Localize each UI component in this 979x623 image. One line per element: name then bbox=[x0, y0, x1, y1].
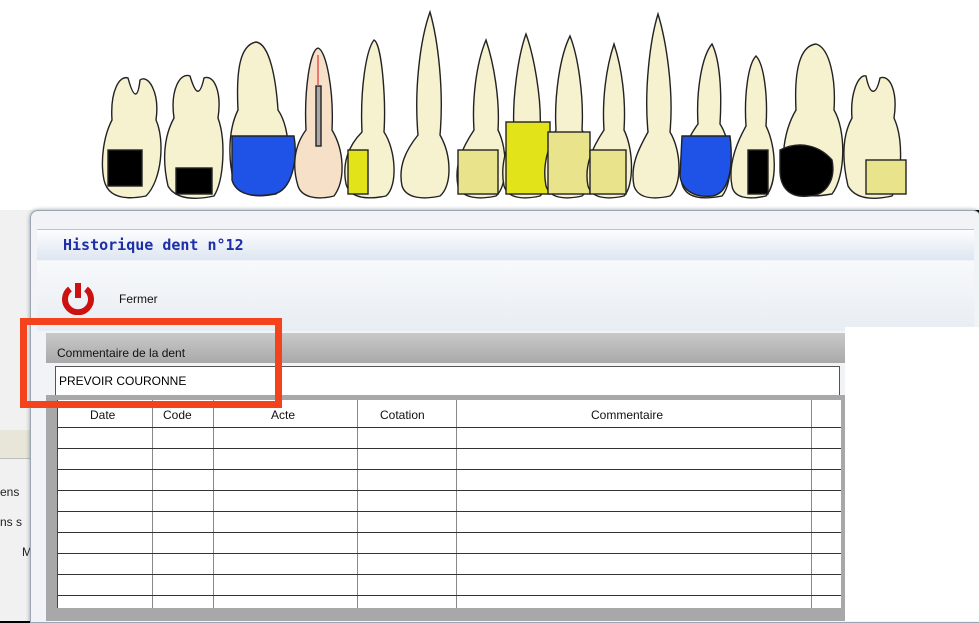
column-header-acte[interactable]: Acte bbox=[271, 408, 295, 422]
tooth-22[interactable] bbox=[586, 41, 633, 199]
table-row[interactable] bbox=[58, 574, 841, 575]
tooth-16[interactable] bbox=[229, 41, 296, 197]
tooth-18[interactable] bbox=[101, 77, 162, 199]
history-table: Date Code Acte Cotation Commentaire bbox=[57, 400, 841, 608]
table-row[interactable] bbox=[58, 448, 841, 449]
tooth-27[interactable] bbox=[843, 75, 907, 199]
tooth-15[interactable] bbox=[294, 47, 343, 199]
column-divider bbox=[456, 400, 457, 608]
table-row[interactable] bbox=[58, 511, 841, 512]
tooth-25[interactable] bbox=[730, 55, 775, 199]
column-header-cotation[interactable]: Cotation bbox=[380, 408, 425, 422]
table-row[interactable] bbox=[58, 490, 841, 491]
column-divider bbox=[357, 400, 358, 608]
table-row[interactable] bbox=[58, 553, 841, 554]
table-row[interactable] bbox=[58, 595, 841, 596]
close-button[interactable]: Fermer bbox=[57, 281, 177, 315]
teeth-chart-graphic bbox=[101, 9, 907, 199]
dialog-title: Historique dent n°12 bbox=[63, 236, 244, 254]
tooth-24[interactable] bbox=[679, 42, 732, 199]
close-button-label: Fermer bbox=[119, 292, 158, 306]
table-row[interactable] bbox=[58, 427, 841, 428]
column-header-date[interactable]: Date bbox=[90, 408, 115, 422]
tooth-21[interactable] bbox=[544, 34, 592, 199]
column-divider bbox=[811, 400, 812, 608]
table-row[interactable] bbox=[58, 532, 841, 533]
tooth-11[interactable] bbox=[502, 31, 551, 199]
column-divider bbox=[213, 400, 214, 608]
tooth-14[interactable] bbox=[344, 39, 395, 199]
column-header-code[interactable]: Code bbox=[163, 408, 192, 422]
tooth-12[interactable] bbox=[456, 38, 506, 199]
teeth-chart bbox=[0, 0, 979, 210]
tooth-17[interactable] bbox=[163, 74, 224, 199]
column-divider bbox=[152, 400, 153, 608]
table-row[interactable] bbox=[58, 469, 841, 470]
highlight-box bbox=[20, 318, 282, 408]
overlay-panel bbox=[845, 327, 979, 621]
tooth-13[interactable] bbox=[400, 9, 450, 199]
column-header-commentaire[interactable]: Commentaire bbox=[591, 408, 663, 422]
tooth-23[interactable] bbox=[632, 11, 680, 199]
tooth-26[interactable] bbox=[779, 43, 844, 197]
dialog-titlebar[interactable]: Historique dent n°12 bbox=[37, 229, 974, 260]
power-icon bbox=[62, 283, 94, 315]
